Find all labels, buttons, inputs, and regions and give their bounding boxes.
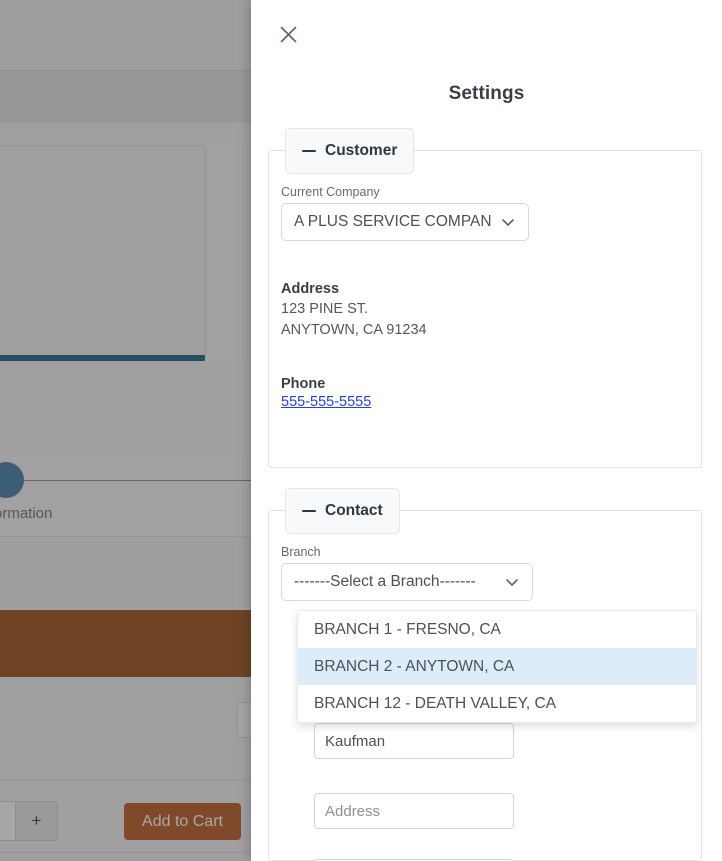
address-heading: Address <box>281 281 427 297</box>
phone-heading: Phone <box>281 376 371 392</box>
current-company-value: A PLUS SERVICE COMPANY <box>294 213 492 231</box>
address-placeholder: Address <box>325 803 380 820</box>
address-input[interactable]: Address <box>314 793 514 829</box>
chevron-down-icon <box>504 574 520 590</box>
minus-icon <box>302 150 316 152</box>
branch-option-1[interactable]: BRANCH 1 - FRESNO, CA <box>298 611 696 648</box>
customer-section: Customer Current Company A PLUS SERVICE … <box>268 150 702 468</box>
modal-backdrop-scrim[interactable] <box>0 0 258 861</box>
customer-address-block: Address 123 PINE ST. ANYTOWN, CA 91234 <box>281 281 427 340</box>
settings-modal: Settings Customer Current Company A PLUS… <box>251 0 722 861</box>
branch-options-dropdown[interactable]: BRANCH 1 - FRESNO, CA BRANCH 2 - ANYTOWN… <box>297 610 697 723</box>
last-name-value: Kaufman <box>325 733 385 750</box>
current-company-select[interactable]: A PLUS SERVICE COMPANY <box>281 203 529 241</box>
screen: ormation + Add to Cart Settings Customer… <box>0 0 722 861</box>
contact-section-label: Contact <box>325 502 383 520</box>
customer-section-legend[interactable]: Customer <box>285 128 414 174</box>
address-line-2: ANYTOWN, CA 91234 <box>281 320 427 341</box>
branch-select[interactable]: -------Select a Branch------- <box>281 563 533 601</box>
page-title: Settings <box>251 83 722 105</box>
branch-select-value: -------Select a Branch------- <box>294 573 496 591</box>
contact-section-legend[interactable]: Contact <box>285 488 400 534</box>
last-name-input[interactable]: Kaufman <box>314 723 514 759</box>
close-icon[interactable] <box>273 20 303 48</box>
customer-phone-block: Phone 555-555-5555 <box>281 376 371 410</box>
branch-option-2[interactable]: BRANCH 2 - ANYTOWN, CA <box>298 648 696 685</box>
phone-link[interactable]: 555-555-5555 <box>281 394 371 410</box>
branch-option-3[interactable]: BRANCH 12 - DEATH VALLEY, CA <box>298 685 696 722</box>
current-company-label: Current Company <box>281 185 380 199</box>
chevron-down-icon <box>500 214 516 230</box>
customer-section-label: Customer <box>325 142 397 160</box>
branch-label: Branch <box>281 545 321 559</box>
address-line-1: 123 PINE ST. <box>281 299 427 320</box>
minus-icon <box>302 510 316 512</box>
